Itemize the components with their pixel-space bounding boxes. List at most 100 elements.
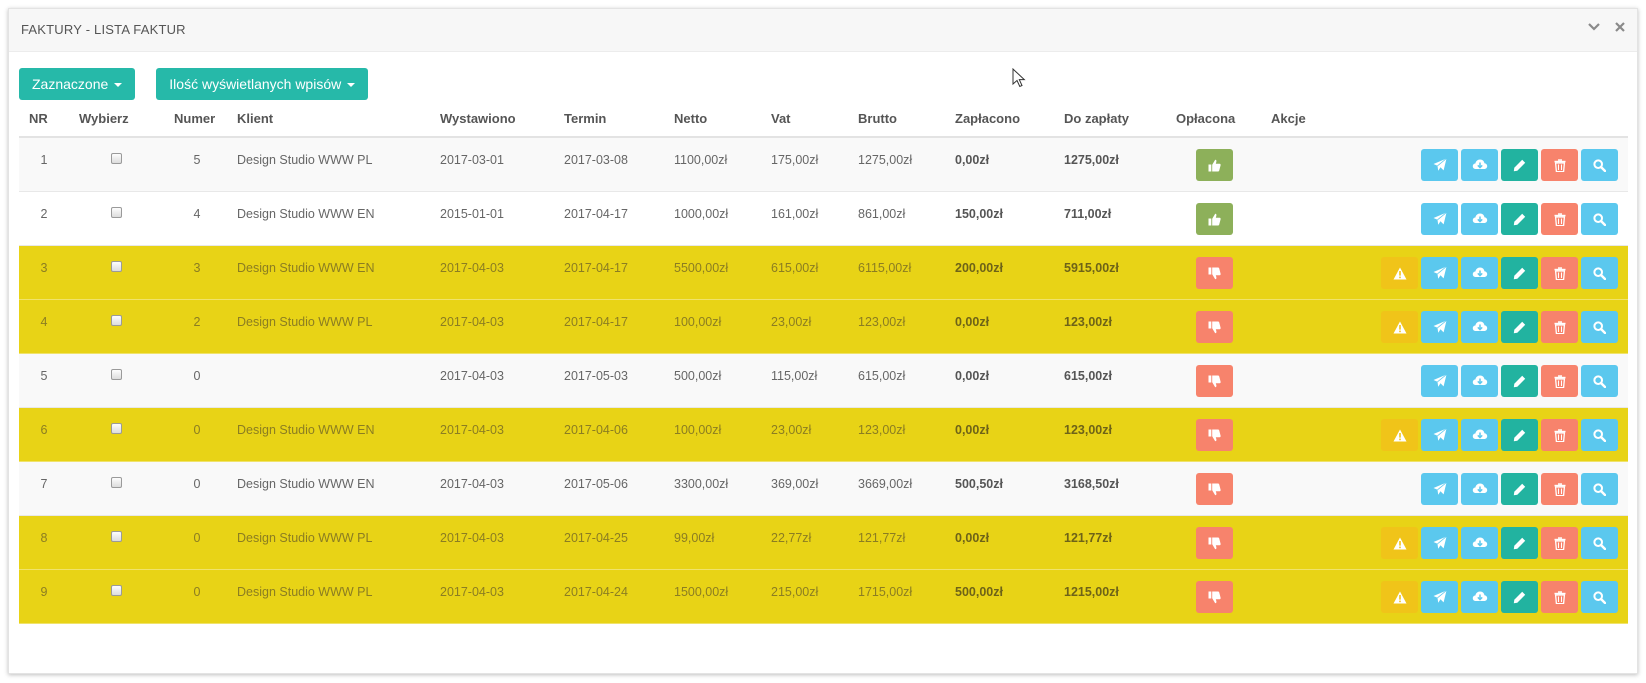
- col-header-number[interactable]: Numer: [174, 111, 215, 126]
- send-invoice-button[interactable]: [1421, 203, 1458, 235]
- send-invoice-button[interactable]: [1421, 149, 1458, 181]
- download-invoice-button[interactable]: [1461, 527, 1498, 559]
- col-header-issued[interactable]: Wystawiono: [440, 111, 516, 126]
- col-header-to-pay[interactable]: Do zapłaty: [1064, 111, 1129, 126]
- row-select-checkbox[interactable]: [111, 531, 122, 542]
- edit-invoice-button[interactable]: [1501, 365, 1538, 397]
- cell-paid-amount: 0,00zł: [955, 315, 990, 329]
- row-select-checkbox[interactable]: [111, 153, 122, 164]
- entries-count-dropdown-button[interactable]: Ilość wyświetlanych wpisów: [156, 68, 369, 100]
- thumbs-down-icon: [1208, 267, 1221, 280]
- cell-gross: 6115,00zł: [858, 261, 912, 275]
- row-select-checkbox[interactable]: [111, 315, 122, 326]
- delete-invoice-button[interactable]: [1541, 473, 1578, 505]
- send-invoice-button[interactable]: [1421, 581, 1458, 613]
- overdue-warning-button[interactable]: [1381, 311, 1418, 343]
- row-select-checkbox[interactable]: [111, 261, 122, 272]
- view-invoice-button[interactable]: [1581, 473, 1618, 505]
- view-invoice-button[interactable]: [1581, 149, 1618, 181]
- selected-dropdown-button[interactable]: Zaznaczone: [19, 68, 136, 100]
- view-invoice-button[interactable]: [1581, 419, 1618, 451]
- view-invoice-button[interactable]: [1581, 527, 1618, 559]
- send-invoice-button[interactable]: [1421, 257, 1458, 289]
- paid-status-no-button[interactable]: [1196, 257, 1233, 289]
- download-invoice-button[interactable]: [1461, 149, 1498, 181]
- view-invoice-button[interactable]: [1581, 311, 1618, 343]
- edit-invoice-button[interactable]: [1501, 257, 1538, 289]
- overdue-warning-button[interactable]: [1381, 419, 1418, 451]
- send-invoice-button[interactable]: [1421, 311, 1458, 343]
- col-header-paid-status[interactable]: Opłacona: [1176, 111, 1235, 126]
- paid-status-yes-button[interactable]: [1196, 203, 1233, 235]
- selected-dropdown-label: Zaznaczone: [32, 76, 109, 92]
- edit-invoice-button[interactable]: [1501, 149, 1538, 181]
- delete-icon: [1554, 590, 1566, 604]
- view-invoice-button[interactable]: [1581, 581, 1618, 613]
- paid-status-no-button[interactable]: [1196, 581, 1233, 613]
- row-select-checkbox[interactable]: [111, 477, 122, 488]
- edit-invoice-button[interactable]: [1501, 527, 1538, 559]
- overdue-warning-button[interactable]: [1381, 257, 1418, 289]
- download-invoice-button[interactable]: [1461, 473, 1498, 505]
- paid-status-no-button[interactable]: [1196, 419, 1233, 451]
- delete-invoice-button[interactable]: [1541, 581, 1578, 613]
- paid-status-no-button[interactable]: [1196, 311, 1233, 343]
- download-invoice-button[interactable]: [1461, 311, 1498, 343]
- col-header-gross[interactable]: Brutto: [858, 111, 897, 126]
- overdue-warning-button[interactable]: [1381, 527, 1418, 559]
- delete-invoice-button[interactable]: [1541, 257, 1578, 289]
- view-invoice-button[interactable]: [1581, 257, 1618, 289]
- download-invoice-button[interactable]: [1461, 203, 1498, 235]
- download-invoice-button[interactable]: [1461, 257, 1498, 289]
- edit-invoice-button[interactable]: [1501, 419, 1538, 451]
- view-icon: [1593, 536, 1606, 550]
- chevron-down-icon[interactable]: [1587, 20, 1601, 34]
- col-header-actions: Akcje: [1271, 111, 1306, 126]
- cell-gross: 123,00zł: [858, 423, 906, 437]
- paid-status-no-button[interactable]: [1196, 365, 1233, 397]
- edit-invoice-button[interactable]: [1501, 473, 1538, 505]
- row-select-checkbox[interactable]: [111, 585, 122, 596]
- edit-invoice-button[interactable]: [1501, 311, 1538, 343]
- send-icon: [1433, 212, 1447, 226]
- col-header-nr[interactable]: NR: [29, 111, 48, 126]
- delete-invoice-button[interactable]: [1541, 149, 1578, 181]
- col-header-paid-amount[interactable]: Zapłacono: [955, 111, 1020, 126]
- download-invoice-button[interactable]: [1461, 419, 1498, 451]
- delete-invoice-button[interactable]: [1541, 311, 1578, 343]
- row-select-checkbox[interactable]: [111, 369, 122, 380]
- view-invoice-button[interactable]: [1581, 365, 1618, 397]
- delete-invoice-button[interactable]: [1541, 527, 1578, 559]
- col-header-due[interactable]: Termin: [564, 111, 606, 126]
- overdue-warning-button[interactable]: [1381, 581, 1418, 613]
- paid-status-yes-button[interactable]: [1196, 149, 1233, 181]
- cell-to-pay: 615,00zł: [1064, 369, 1112, 383]
- send-invoice-button[interactable]: [1421, 473, 1458, 505]
- invoice-table: NR Wybierz Numer Klient Wystawiono Termi…: [19, 107, 1628, 624]
- paid-status-no-button[interactable]: [1196, 473, 1233, 505]
- col-header-select[interactable]: Wybierz: [79, 111, 129, 126]
- send-invoice-button[interactable]: [1421, 365, 1458, 397]
- delete-invoice-button[interactable]: [1541, 419, 1578, 451]
- paid-status-no-button[interactable]: [1196, 527, 1233, 559]
- row-select-checkbox[interactable]: [111, 423, 122, 434]
- cell-due: 2017-04-24: [564, 585, 628, 599]
- toolbar: Zaznaczone Ilość wyświetlanych wpisów: [19, 68, 369, 100]
- send-invoice-button[interactable]: [1421, 419, 1458, 451]
- col-header-net[interactable]: Netto: [674, 111, 707, 126]
- cell-net: 3300,00zł: [674, 477, 729, 491]
- delete-icon: [1554, 482, 1566, 496]
- row-select-checkbox[interactable]: [111, 207, 122, 218]
- download-invoice-button[interactable]: [1461, 365, 1498, 397]
- download-invoice-button[interactable]: [1461, 581, 1498, 613]
- delete-invoice-button[interactable]: [1541, 365, 1578, 397]
- col-header-client[interactable]: Klient: [237, 111, 273, 126]
- cell-paid-amount: 0,00zł: [955, 153, 990, 167]
- edit-invoice-button[interactable]: [1501, 581, 1538, 613]
- col-header-vat[interactable]: Vat: [771, 111, 791, 126]
- send-invoice-button[interactable]: [1421, 527, 1458, 559]
- close-icon[interactable]: [1613, 20, 1627, 34]
- view-invoice-button[interactable]: [1581, 203, 1618, 235]
- delete-invoice-button[interactable]: [1541, 203, 1578, 235]
- edit-invoice-button[interactable]: [1501, 203, 1538, 235]
